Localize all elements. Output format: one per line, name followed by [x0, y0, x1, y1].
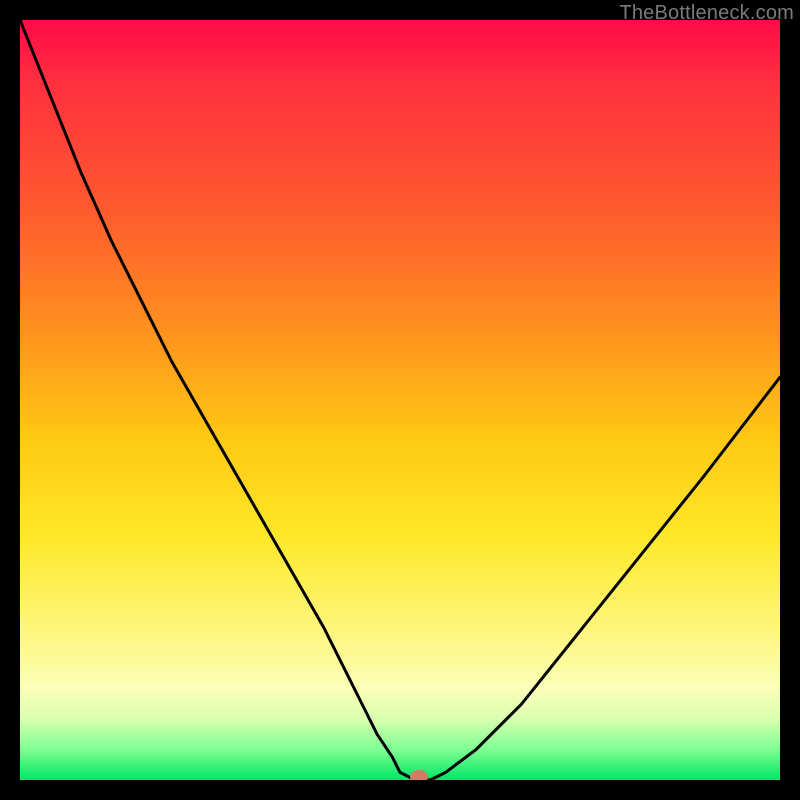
optimal-marker: [410, 770, 428, 780]
marker-dot-icon: [410, 770, 428, 780]
chart-svg: [20, 20, 780, 780]
curve-line: [20, 20, 780, 780]
bottleneck-curve: [20, 20, 780, 780]
plot-area: [20, 20, 780, 780]
chart-frame: TheBottleneck.com: [0, 0, 800, 800]
watermark-label: TheBottleneck.com: [619, 2, 794, 25]
